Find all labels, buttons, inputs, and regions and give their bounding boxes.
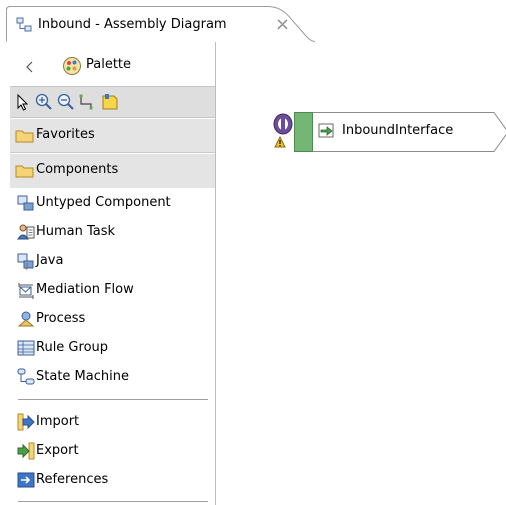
editor-tab-strip: Inbound - Assembly Diagram (0, 0, 506, 42)
palette-item-import[interactable]: Import (10, 409, 215, 437)
palette-item-process[interactable]: Process (10, 306, 215, 334)
wire-icon[interactable] (78, 92, 98, 112)
palette-header: Palette (10, 56, 215, 82)
component-inbound-interface[interactable]: InboundInterface (268, 102, 506, 152)
warning-icon (274, 136, 286, 148)
java-icon: J (17, 253, 34, 270)
folder-icon (15, 165, 34, 178)
editor-tab[interactable]: Inbound - Assembly Diagram (6, 6, 316, 42)
palette-item-mediation-flow[interactable]: Mediation Flow (10, 277, 215, 305)
palette-item-rule-group[interactable]: Rule Group (10, 335, 215, 363)
close-icon[interactable] (276, 18, 289, 31)
palette-toolbar (10, 86, 215, 118)
state-machine-icon (17, 368, 35, 385)
process-icon (17, 311, 35, 327)
zoom-out-icon[interactable] (56, 92, 76, 112)
drawer-label: Components (36, 162, 119, 177)
palette-item-export[interactable]: Export (10, 438, 215, 466)
palette-item-references[interactable]: References (10, 467, 215, 495)
palette-item-untyped-component[interactable]: Untyped Component (10, 190, 215, 218)
tab-title: Inbound - Assembly Diagram (38, 17, 227, 32)
palette-item-java[interactable]: J Java (10, 248, 215, 276)
diagram-canvas[interactable]: InboundInterface (216, 42, 506, 505)
palette-panel: Palette Favorites Components Untyped Com… (10, 42, 216, 505)
assembly-diagram-icon (16, 17, 32, 32)
palette-separator (18, 399, 208, 403)
drawer-favorites[interactable]: Favorites (10, 119, 215, 153)
palette-item-label: Rule Group (36, 340, 109, 355)
zoom-in-icon[interactable] (34, 92, 54, 112)
select-arrow-icon[interactable] (13, 92, 33, 112)
palette-item-label: Export (36, 443, 79, 458)
component-label: InboundInterface (342, 123, 454, 138)
folder-icon (15, 130, 34, 143)
import-icon (17, 413, 35, 431)
human-task-icon (17, 224, 35, 240)
palette-item-human-task[interactable]: Human Task (10, 219, 215, 247)
export-icon (17, 442, 35, 460)
references-icon (17, 472, 35, 488)
palette-item-label: Java (36, 253, 64, 268)
mediation-flow-icon (18, 283, 34, 299)
untyped-component-icon (17, 195, 34, 211)
note-icon[interactable] (100, 92, 120, 112)
collapse-left-icon[interactable] (24, 60, 36, 74)
palette-item-label: Mediation Flow (36, 282, 134, 297)
export-component-icon (318, 123, 334, 138)
svg-text:J: J (25, 262, 28, 270)
drawer-label: Favorites (36, 127, 95, 142)
palette-separator (18, 501, 208, 505)
palette-item-label: Human Task (36, 224, 116, 239)
palette-item-label: Untyped Component (36, 195, 171, 210)
drawer-components[interactable]: Components (10, 154, 215, 188)
palette-item-label: Process (36, 311, 86, 326)
palette-item-label: Import (36, 414, 80, 429)
palette-item-label: References (36, 472, 109, 487)
palette-title: Palette (86, 57, 132, 72)
palette-icon (63, 57, 81, 75)
rule-group-icon (17, 340, 35, 356)
palette-item-state-machine[interactable]: State Machine (10, 364, 215, 392)
palette-item-label: State Machine (36, 369, 129, 384)
